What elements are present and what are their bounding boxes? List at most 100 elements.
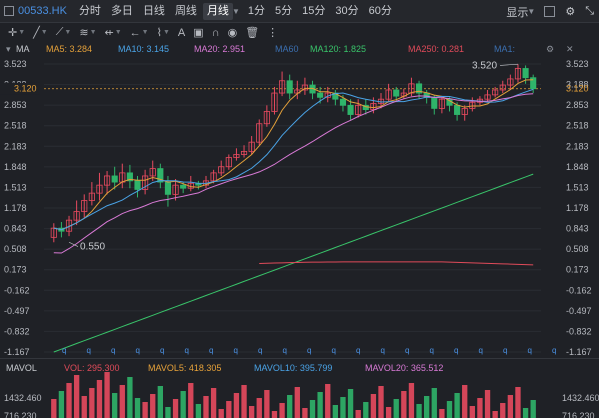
- event-marker: q: [234, 346, 238, 355]
- volume-bar: [370, 394, 377, 418]
- volume-bar: [408, 383, 415, 418]
- candlestick-chart[interactable]: 3.5233.5233.1883.1882.8532.8532.5182.518…: [0, 56, 599, 358]
- stock-code[interactable]: 00533.HK: [18, 5, 67, 17]
- high-price-label: 3.520: [472, 60, 497, 71]
- crosshair-icon[interactable]: ✛: [8, 26, 17, 39]
- chevron-down-icon[interactable]: ▼: [18, 29, 25, 36]
- tab-intraday[interactable]: 分时: [75, 3, 105, 20]
- volume-bar: [218, 409, 224, 418]
- text-tool-icon[interactable]: A: [178, 27, 185, 39]
- resize-icon[interactable]: ⤡: [585, 5, 594, 18]
- event-marker: q: [479, 346, 483, 355]
- polyline-tool-icon[interactable]: ≋: [79, 26, 88, 39]
- candle-body: [164, 181, 172, 195]
- checkbox-icon[interactable]: [544, 6, 556, 17]
- magnet-icon[interactable]: ∩: [212, 27, 220, 39]
- tab-30min[interactable]: 30分: [331, 3, 362, 20]
- volume-bar: [530, 400, 536, 418]
- current-price-label-right: 3.120: [566, 84, 589, 94]
- event-marker: q: [209, 346, 213, 355]
- tab-daily[interactable]: 日线: [139, 3, 169, 20]
- chevron-down-icon[interactable]: ▼: [163, 29, 170, 36]
- y-tick-label-right: 2.183: [566, 141, 589, 151]
- volume-bar: [522, 408, 529, 418]
- ma5-line: [53, 79, 534, 231]
- tab-weekly[interactable]: 周线: [171, 3, 201, 20]
- y-tick-label-right: 1.513: [566, 182, 589, 192]
- ma-label: MA: [16, 44, 30, 54]
- volume-bar: [89, 388, 95, 418]
- y-tick-label-left: -0.497: [4, 306, 30, 316]
- undo-arrow-icon[interactable]: ←: [130, 27, 141, 39]
- candle-body: [522, 68, 529, 79]
- volume-bar: [66, 383, 72, 418]
- volume-bar: [477, 398, 483, 418]
- event-marker: q: [356, 346, 360, 355]
- chevron-down-icon[interactable]: ▼: [115, 29, 122, 36]
- collapse-icon[interactable]: ▾: [6, 44, 11, 55]
- volume-bar: [233, 393, 240, 418]
- vol-tick-right: 1432.460: [562, 393, 599, 403]
- event-marker: q: [405, 346, 409, 355]
- event-marker: q: [503, 346, 507, 355]
- tab-monthly[interactable]: 月线: [202, 2, 233, 20]
- eye-icon[interactable]: ◉: [228, 26, 238, 39]
- volume-bar: [347, 389, 354, 418]
- volume-bar: [446, 401, 453, 418]
- y-tick-label-left: 2.183: [4, 141, 27, 151]
- tab-5min[interactable]: 5分: [271, 3, 296, 20]
- volume-bar: [157, 386, 163, 418]
- chevron-down-icon[interactable]: ▼: [41, 29, 48, 36]
- volume-bar: [454, 393, 460, 418]
- volume-bar: [279, 403, 285, 418]
- settings-icon[interactable]: ⚙: [546, 44, 554, 55]
- ma5-value: MA5: 3.284: [46, 44, 93, 54]
- chevron-down-icon[interactable]: ▼: [232, 7, 240, 16]
- chevron-down-icon[interactable]: ▼: [142, 29, 149, 36]
- volume-bar: [241, 385, 247, 418]
- ma20-line: [53, 93, 534, 254]
- volume-bar: [401, 391, 407, 418]
- event-marker: q: [430, 346, 434, 355]
- ma120-line: [53, 173, 534, 353]
- display-menu[interactable]: 显示: [506, 4, 528, 20]
- volume-bar: [393, 399, 399, 418]
- candle-body: [454, 104, 461, 115]
- tab-15min[interactable]: 15分: [298, 3, 329, 20]
- chevron-down-icon[interactable]: ▼: [527, 7, 535, 16]
- ma20-value: MA20: 2.951: [194, 44, 246, 54]
- volume-bar: [309, 400, 316, 418]
- event-marker: q: [454, 346, 458, 355]
- tab-1min[interactable]: 1分: [244, 3, 269, 20]
- candle-body: [111, 175, 118, 183]
- chevron-down-icon[interactable]: ▼: [90, 29, 97, 36]
- y-tick-label-left: 0.843: [4, 224, 27, 234]
- tab-60min[interactable]: 60分: [365, 3, 396, 20]
- volume-bar: [355, 410, 361, 418]
- event-marker: q: [381, 346, 385, 355]
- line-tool-icon[interactable]: ╱: [33, 26, 40, 39]
- tab-multi-day[interactable]: 多日: [107, 3, 137, 20]
- ray-tool-icon[interactable]: ⟋: [56, 26, 64, 39]
- ma10-value: MA10: 3.145: [118, 44, 170, 54]
- volume-bar: [134, 398, 141, 418]
- event-marker: q: [283, 346, 287, 355]
- stock-code-icon[interactable]: [4, 6, 14, 16]
- image-tool-icon[interactable]: ▣: [193, 26, 203, 39]
- chevron-down-icon[interactable]: ▼: [64, 29, 71, 36]
- volume-bar: [188, 383, 194, 418]
- close-icon[interactable]: ✕: [566, 44, 574, 55]
- vol-tick-left: 1432.460: [4, 393, 42, 403]
- ma250-value: MA250: 0.281: [408, 44, 465, 54]
- y-tick-label-right: -0.497: [566, 306, 592, 316]
- volume-bar: [431, 388, 437, 418]
- fibonacci-tool-icon[interactable]: ⌇: [157, 26, 162, 39]
- volume-bar: [165, 407, 171, 418]
- more-icon[interactable]: ⋮: [267, 26, 278, 39]
- volume-bar: [172, 399, 179, 418]
- event-marker: q: [111, 346, 115, 355]
- arrow-tool-icon[interactable]: ⇷: [105, 26, 114, 39]
- ma60-value: MA60: [275, 44, 299, 54]
- settings-icon[interactable]: ⚙: [565, 5, 575, 18]
- trash-icon[interactable]: 🗑: [245, 26, 259, 39]
